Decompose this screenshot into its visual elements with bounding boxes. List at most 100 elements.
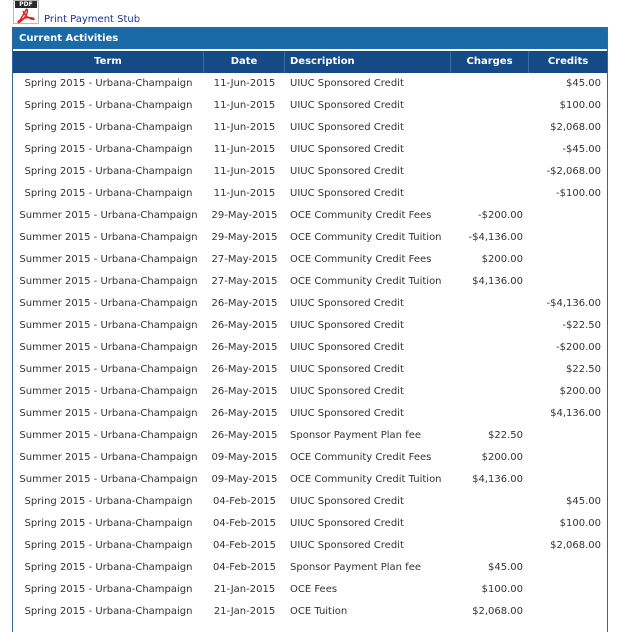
cell-date: 11-Jun-2015	[213, 188, 276, 199]
table-row: Summer 2015 - Urbana-Champaign 26-May-201…	[13, 337, 607, 359]
table-row: Summer 2015 - Urbana-Champaign 26-May-201…	[13, 403, 607, 425]
cell-charges	[451, 95, 529, 117]
cell-description: UIUC Sponsored Credit	[290, 540, 404, 551]
cell-date: 29-May-2015	[211, 210, 278, 221]
table-row: Summer 2015 - Urbana-Champaign 26-May-201…	[13, 359, 607, 381]
column-header-term: Term	[13, 51, 204, 73]
pdf-file-icon[interactable]: PDF	[13, 0, 39, 24]
cell-date: 11-Jun-2015	[213, 144, 276, 155]
cell-date: 29-May-2015	[211, 232, 278, 243]
cell-term: Summer 2015 - Urbana-Champaign	[19, 430, 198, 441]
cell-term: Summer 2015 - Urbana-Champaign	[19, 276, 198, 287]
table-row: Summer 2015 - Urbana-Champaign 09-May-201…	[13, 469, 607, 491]
cell-description: UIUC Sponsored Credit	[290, 166, 404, 177]
cell-term: Summer 2015 - Urbana-Champaign	[19, 474, 198, 485]
cell-date: 26-May-2015	[211, 342, 278, 353]
cell-credits	[529, 469, 607, 491]
cell-term: Summer 2015 - Urbana-Champaign	[19, 342, 198, 353]
table-row: Summer 2015 - Urbana-Champaign 29-May-201…	[13, 205, 607, 227]
cell-description: OCE Fees	[290, 584, 338, 595]
cell-description: OCE Community Credit Fees	[290, 210, 432, 221]
cell-term: Summer 2015 - Urbana-Champaign	[19, 254, 198, 265]
cell-term: Summer 2015 - Urbana-Champaign	[19, 232, 198, 243]
cell-term: Summer 2015 - Urbana-Champaign	[19, 320, 198, 331]
cell-credits: $4,136.00	[550, 408, 601, 419]
table-row: Spring 2015 - Urbana-Champaign 11-Jun-201…	[13, 183, 607, 205]
table-row: Summer 2015 - Urbana-Champaign 09-May-201…	[13, 447, 607, 469]
cell-charges: $22.50	[488, 430, 523, 441]
cell-charges: $2,068.00	[472, 606, 523, 617]
cell-description: UIUC Sponsored Credit	[290, 320, 404, 331]
cell-term: Spring 2015 - Urbana-Champaign	[24, 166, 193, 177]
cell-credits	[529, 425, 607, 447]
table-row: Spring 2015 - Urbana-Champaign 04-Feb-201…	[13, 491, 607, 513]
cell-credits: -$45.00	[562, 144, 601, 155]
cell-date: 04-Feb-2015	[212, 518, 277, 529]
cell-date: 26-May-2015	[211, 386, 278, 397]
cell-description: UIUC Sponsored Credit	[290, 496, 404, 507]
cell-term: Summer 2015 - Urbana-Champaign	[19, 298, 198, 309]
cell-description: UIUC Sponsored Credit	[290, 144, 404, 155]
cell-credits: -$4,136.00	[546, 298, 601, 309]
cell-charges	[451, 139, 529, 161]
table-row: Summer 2015 - Urbana-Champaign 27-May-201…	[13, 271, 607, 293]
cell-description: OCE Community Credit Tuition	[290, 232, 442, 243]
pdf-icon-label: PDF	[15, 1, 37, 8]
table-row: Summer 2015 - Urbana-Champaign 27-May-201…	[13, 249, 607, 271]
cell-credits: -$2,068.00	[546, 166, 601, 177]
panel-title: Current Activities	[13, 28, 607, 49]
cell-credits: $45.00	[566, 78, 601, 89]
cell-description: UIUC Sponsored Credit	[290, 364, 404, 375]
cell-charges: $200.00	[481, 254, 523, 265]
cell-description: UIUC Sponsored Credit	[290, 100, 404, 111]
cell-description: OCE Community Credit Fees	[290, 452, 432, 463]
cell-date: 04-Feb-2015	[212, 562, 277, 573]
cell-term: Spring 2015 - Urbana-Champaign	[24, 606, 193, 617]
table-row: Spring 2015 - Urbana-Champaign 11-Jun-201…	[13, 73, 607, 95]
cell-date: 26-May-2015	[211, 430, 278, 441]
table-row: Summer 2015 - Urbana-Champaign 29-May-201…	[13, 227, 607, 249]
cell-charges: $4,136.00	[472, 474, 523, 485]
column-header-description: Description	[285, 51, 451, 73]
cell-charges: $45.00	[488, 562, 523, 573]
cell-charges: $4,136.00	[472, 276, 523, 287]
cell-charges	[451, 491, 529, 513]
table-row: Summer 2015 - Urbana-Champaign 26-May-201…	[13, 293, 607, 315]
cell-term: Spring 2015 - Urbana-Champaign	[24, 122, 193, 133]
cell-term: Summer 2015 - Urbana-Champaign	[19, 408, 198, 419]
cell-charges	[451, 161, 529, 183]
print-stub-area: PDF Print Payment Stub	[0, 0, 630, 26]
cell-term: Spring 2015 - Urbana-Champaign	[24, 188, 193, 199]
cell-description: UIUC Sponsored Credit	[290, 122, 404, 133]
cell-term: Spring 2015 - Urbana-Champaign	[24, 496, 193, 507]
cell-description: Sponsor Payment Plan fee	[290, 430, 422, 441]
cell-date: 26-May-2015	[211, 298, 278, 309]
cell-description: UIUC Sponsored Credit	[290, 78, 404, 89]
cell-description: UIUC Sponsored Credit	[290, 518, 404, 529]
cell-credits	[529, 205, 607, 227]
cell-credits: -$100.00	[556, 188, 601, 199]
cell-term: Summer 2015 - Urbana-Champaign	[19, 386, 198, 397]
cell-charges	[451, 513, 529, 535]
cell-description: OCE Community Credit Tuition	[290, 276, 442, 287]
cell-credits: $100.00	[559, 518, 601, 529]
table-row: Spring 2015 - Urbana-Champaign 11-Jun-201…	[13, 139, 607, 161]
print-payment-stub-link[interactable]: Print Payment Stub	[44, 14, 140, 25]
cell-date: 27-May-2015	[211, 276, 278, 287]
current-activities-panel: Current Activities Term Date Description…	[12, 27, 608, 632]
cell-term: Summer 2015 - Urbana-Champaign	[19, 210, 198, 221]
cell-term: Spring 2015 - Urbana-Champaign	[24, 144, 193, 155]
cell-charges	[451, 315, 529, 337]
cell-credits: -$22.50	[562, 320, 601, 331]
cell-charges	[451, 183, 529, 205]
column-header-date: Date	[204, 51, 285, 73]
cell-credits	[529, 557, 607, 579]
cell-date: 04-Feb-2015	[212, 496, 277, 507]
cell-description: UIUC Sponsored Credit	[290, 342, 404, 353]
cell-description: OCE Community Credit Tuition	[290, 474, 442, 485]
cell-charges	[451, 73, 529, 95]
acrobat-swirl-icon	[17, 8, 35, 24]
table-row: Spring 2015 - Urbana-Champaign 11-Jun-201…	[13, 117, 607, 139]
cell-credits: $2,068.00	[550, 122, 601, 133]
table-header: Term Date Description Charges Credits	[13, 49, 607, 73]
